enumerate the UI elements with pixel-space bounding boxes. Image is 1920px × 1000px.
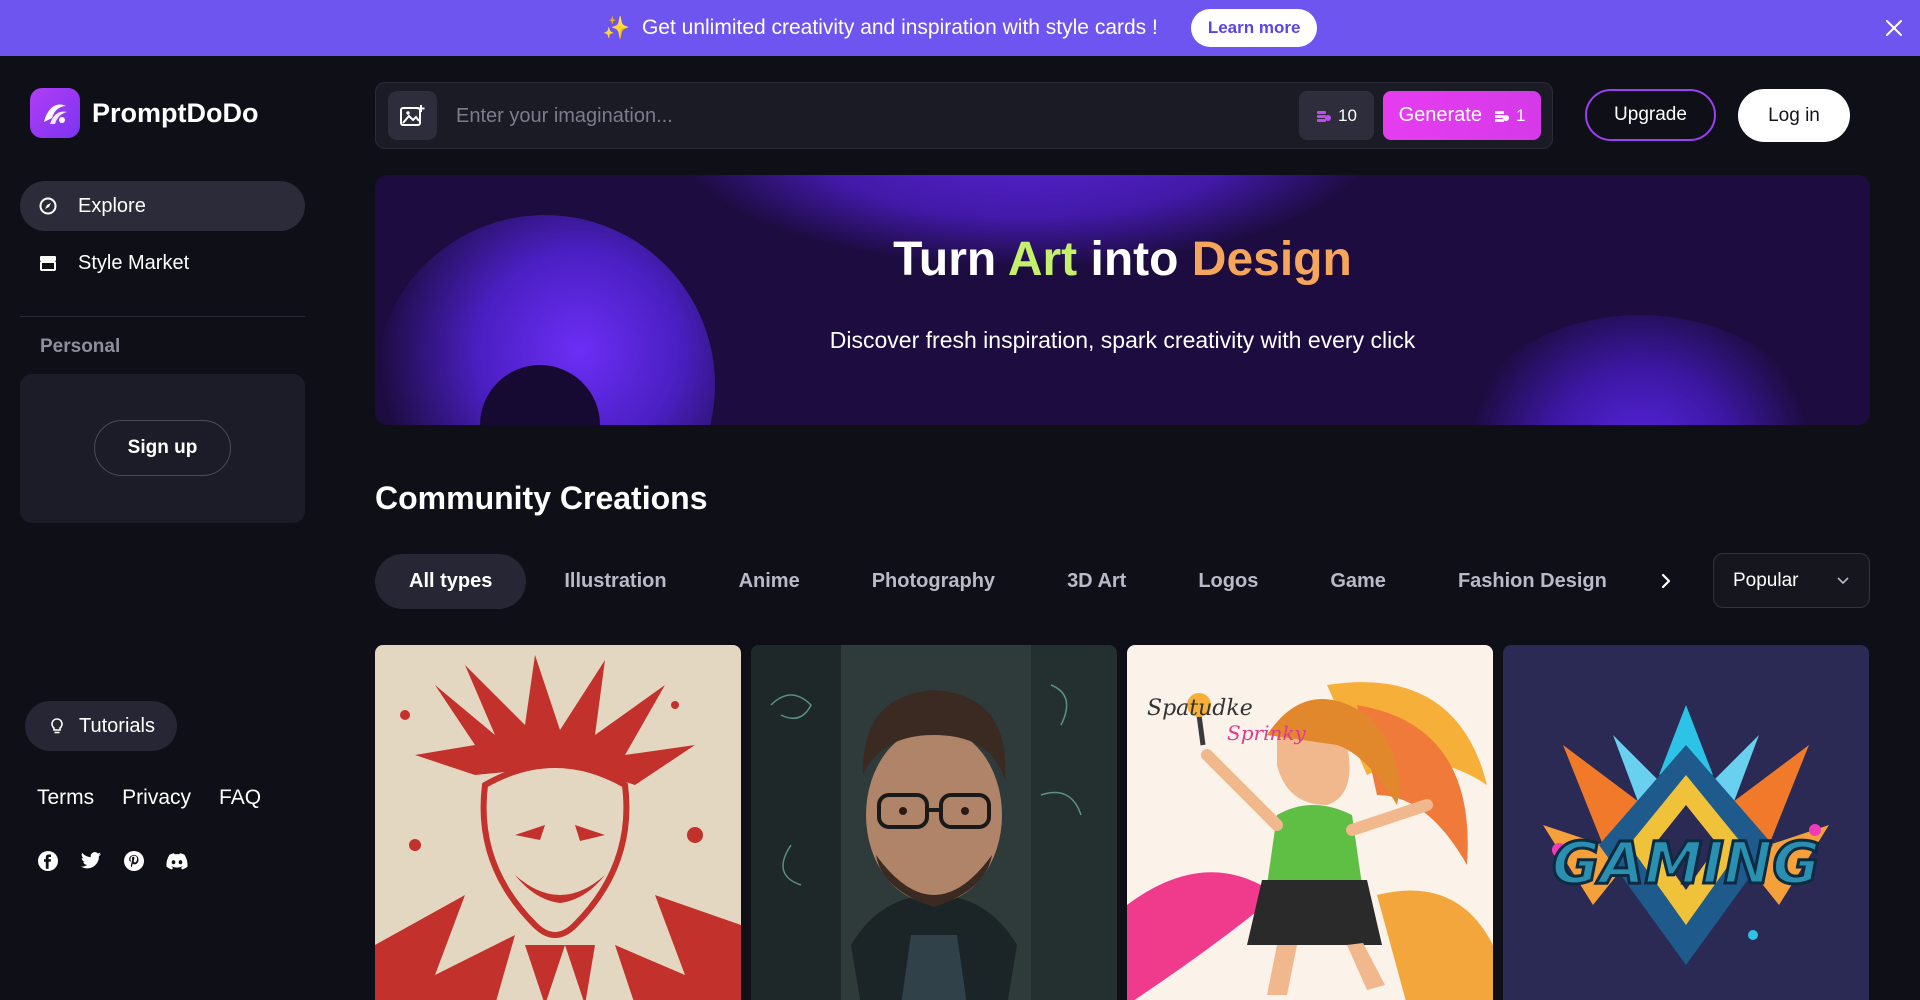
sort-value: Popular: [1733, 569, 1799, 591]
sign-up-button[interactable]: Sign up: [94, 420, 231, 476]
sidebar-item-style-market[interactable]: Style Market: [20, 238, 305, 288]
promo-text: Get unlimited creativity and inspiration…: [641, 16, 1158, 39]
twitter-icon[interactable]: [80, 850, 102, 872]
filter-logos[interactable]: Logos: [1164, 554, 1292, 609]
sidebar-item-explore[interactable]: Explore: [20, 181, 305, 231]
sidebar-divider: [20, 316, 305, 317]
artwork-image: [375, 645, 741, 1000]
brand-logo-icon: [30, 88, 80, 138]
pinterest-icon[interactable]: [123, 850, 145, 872]
credits-count: 10: [1338, 105, 1357, 125]
discord-icon[interactable]: [166, 850, 188, 872]
prompt-bar: 10 Generate 1: [375, 82, 1553, 149]
artwork-image: GAMING: [1503, 645, 1869, 1000]
artwork-image: Spatudke Sprinky: [1127, 645, 1493, 1000]
filter-anime[interactable]: Anime: [705, 554, 834, 609]
tutorials-button[interactable]: Tutorials: [25, 701, 177, 751]
prompt-input[interactable]: [456, 93, 1256, 139]
privacy-link[interactable]: Privacy: [122, 786, 191, 810]
hero-title: Turn Art into Design: [893, 233, 1352, 286]
faq-link[interactable]: FAQ: [219, 786, 261, 810]
generate-label: Generate: [1398, 104, 1482, 126]
brand[interactable]: PromptDoDo: [30, 88, 258, 138]
hero-subtitle: Discover fresh inspiration, spark creati…: [829, 327, 1416, 353]
creation-card[interactable]: Spatudke Sprinky: [1127, 645, 1493, 1000]
filter-3d-art[interactable]: 3D Art: [1033, 554, 1160, 609]
sidebar: PromptDoDo Explore Style Market Personal…: [0, 56, 324, 1000]
svg-text:Spatudke: Spatudke: [1147, 696, 1253, 721]
brand-name: PromptDoDo: [92, 97, 259, 128]
terms-link[interactable]: Terms: [37, 786, 94, 810]
upload-image-button[interactable]: [388, 91, 437, 140]
credits-balance[interactable]: 10: [1299, 91, 1374, 140]
creation-card[interactable]: [751, 645, 1117, 1000]
login-button[interactable]: Log in: [1738, 89, 1850, 142]
filter-game[interactable]: Game: [1296, 554, 1420, 609]
personal-card: Sign up: [20, 374, 305, 523]
sort-select[interactable]: Popular: [1713, 553, 1870, 608]
tutorials-label: Tutorials: [79, 714, 155, 737]
creations-grid: Spatudke Sprinky GAMING: [375, 645, 1870, 1000]
sparkle-icon: ✨: [602, 15, 630, 40]
coins-icon: [1317, 110, 1332, 122]
artwork-image: [751, 645, 1117, 1000]
sidebar-item-label: Explore: [78, 194, 146, 217]
facebook-icon[interactable]: [37, 850, 59, 872]
generate-cost: 1: [1494, 106, 1525, 126]
sidebar-item-label: Style Market: [78, 251, 190, 274]
filter-all-types[interactable]: All types: [375, 554, 527, 609]
svg-text:Sprinky: Sprinky: [1227, 721, 1306, 745]
generate-button[interactable]: Generate 1: [1383, 91, 1541, 140]
filter-illustration[interactable]: Illustration: [530, 554, 700, 609]
creation-card[interactable]: GAMING: [1503, 645, 1869, 1000]
store-icon: [36, 251, 60, 275]
category-filters: All types Illustration Anime Photography…: [375, 554, 1645, 609]
section-title: Community Creations: [375, 480, 708, 516]
social-links: [37, 850, 188, 872]
personal-label: Personal: [40, 336, 121, 357]
svg-text:GAMING: GAMING: [1552, 829, 1820, 897]
generate-cost-value: 1: [1515, 105, 1526, 125]
hero-banner: Turn Art into Design Discover fresh insp…: [375, 175, 1870, 425]
add-image-icon: [399, 104, 424, 126]
compass-icon: [36, 194, 60, 218]
coins-icon: [1494, 110, 1509, 122]
creation-card[interactable]: [375, 645, 741, 1000]
chevron-down-icon: [1837, 577, 1849, 585]
promo-banner: ✨ Get unlimited creativity and inspirati…: [0, 0, 1920, 56]
filter-fashion-design[interactable]: Fashion Design: [1424, 554, 1641, 609]
close-icon[interactable]: [1880, 14, 1908, 42]
filter-photography[interactable]: Photography: [838, 554, 1029, 609]
learn-more-button[interactable]: Learn more: [1190, 9, 1318, 47]
footer-links: Terms Privacy FAQ: [37, 786, 261, 810]
upgrade-button[interactable]: Upgrade: [1585, 89, 1716, 141]
chevron-right-icon[interactable]: [1653, 568, 1679, 594]
lightbulb-icon: [47, 716, 67, 736]
